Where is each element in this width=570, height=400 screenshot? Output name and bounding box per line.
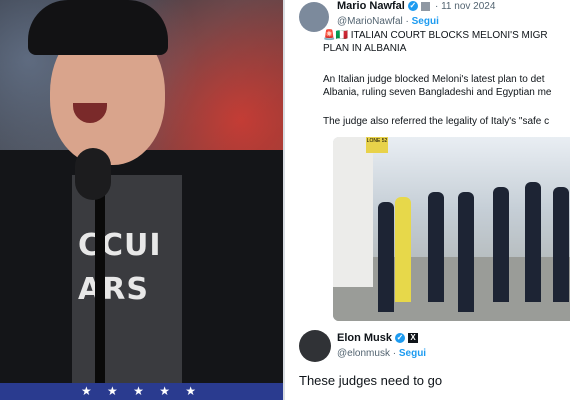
- post-headline: 🚨🇮🇹 ITALIAN COURT BLOCKS MELONI'S MIGR P…: [323, 29, 570, 55]
- yellow-sign: LONE 52: [366, 137, 388, 153]
- handle-text[interactable]: @MarioNawfal: [337, 16, 403, 27]
- person: [553, 187, 569, 302]
- stars-banner: ★ ★ ★ ★ ★: [0, 383, 283, 400]
- author-name-2[interactable]: Elon Musk ✓ X: [337, 332, 419, 344]
- alert-flags: 🚨🇮🇹: [323, 30, 348, 41]
- handle-text[interactable]: @elonmusk: [337, 348, 390, 359]
- avatar-mario-nawfal[interactable]: [299, 2, 329, 32]
- reply-text: These judges need to go: [299, 373, 443, 388]
- person: [458, 192, 474, 312]
- author-handle-1[interactable]: @MarioNawfal · Segui: [337, 16, 439, 27]
- x-logo-icon: X: [408, 333, 419, 344]
- person: [493, 187, 509, 302]
- post-paragraph-2: The judge also referred the legality of …: [323, 116, 550, 127]
- author-handle-2[interactable]: @elonmusk · Segui: [337, 348, 426, 359]
- person: [428, 192, 444, 302]
- shirt-text-line2: ARS: [78, 272, 149, 307]
- elon-musk-photo: CCUI ARS ★ ★ ★ ★ ★: [0, 0, 283, 400]
- tweet-screenshot: Mario Nawfal ✓ · 11 nov 2024 @MarioNawfal…: [283, 0, 570, 400]
- headline-text-2: PLAN IN ALBANIA: [323, 43, 407, 54]
- person-yellow-shirt: [395, 197, 411, 302]
- shirt-text-line1: CCUI: [78, 228, 162, 263]
- verified-badge-icon: ✓: [395, 333, 406, 344]
- follow-button[interactable]: Segui: [412, 16, 439, 27]
- white-vehicle: [333, 137, 373, 287]
- author-name-text[interactable]: Elon Musk: [337, 332, 392, 344]
- verified-badge-icon: ✓: [407, 1, 418, 12]
- post-paragraph-1: An Italian judge blocked Meloni's latest…: [323, 73, 570, 99]
- affiliation-icon: [420, 1, 430, 11]
- migrants-photo[interactable]: LONE 52: [333, 137, 570, 321]
- follow-button[interactable]: Segui: [399, 348, 426, 359]
- person: [525, 182, 541, 302]
- author-name-1[interactable]: Mario Nawfal ✓: [337, 0, 430, 12]
- para1-line1: An Italian judge blocked Meloni's latest…: [323, 74, 545, 85]
- author-name-text[interactable]: Mario Nawfal: [337, 0, 405, 12]
- headline-text: ITALIAN COURT BLOCKS MELONI'S MIGR: [350, 30, 548, 41]
- para1-line2: Albania, ruling seven Bangladeshi and Eg…: [323, 87, 552, 98]
- person: [378, 202, 394, 312]
- black-cap: [28, 0, 168, 55]
- microphone-icon: [75, 148, 111, 200]
- post-date[interactable]: · 11 nov 2024: [435, 1, 495, 12]
- avatar-elon-musk[interactable]: [299, 330, 331, 362]
